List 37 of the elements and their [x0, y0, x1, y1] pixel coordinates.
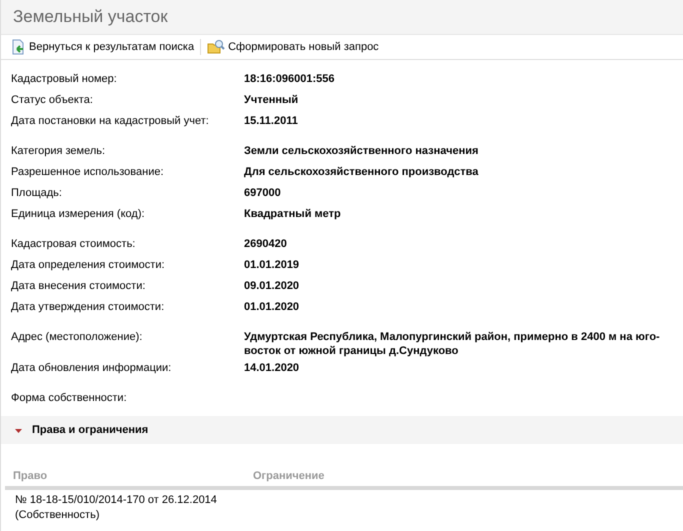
field-value: 01.01.2020: [244, 300, 300, 314]
field-label: Дата постановки на кадастровый учет:: [11, 114, 210, 128]
field-label: Дата определения стоимости:: [11, 258, 166, 272]
field-value: 09.01.2020: [244, 279, 300, 293]
field-value: Квадратный метр: [244, 207, 342, 221]
column-header: Ограничение: [252, 470, 326, 482]
field-value: Учтенный: [244, 93, 300, 107]
field-label: Площадь:: [11, 186, 63, 200]
field-label: Кадастровая стоимость:: [11, 237, 136, 251]
field-label: Дата утверждения стоимости:: [11, 300, 166, 314]
table-cell-text: № 18-18-15/010/2014-170 от 26.12.2014 (Собственность): [14, 493, 218, 523]
folder-magnifier-icon: [207, 39, 226, 55]
field-value: 18:16:096001:556: [244, 72, 336, 86]
document-arrow-icon: [10, 39, 26, 55]
field-value: 697000: [244, 186, 282, 200]
field-label: Адрес (местоположение):: [11, 330, 144, 344]
field-label: Дата обновления информации:: [11, 361, 172, 375]
toolbar-button[interactable]: Вернуться к результатам поиска: [10, 39, 194, 55]
field-label: Дата внесения стоимости:: [11, 279, 146, 293]
field-value: Для сельскохозяйственного производства: [244, 165, 480, 179]
toolbar-button[interactable]: Сформировать новый запрос: [207, 39, 379, 55]
field-value: 2690420: [244, 237, 288, 251]
field-label: Статус объекта:: [11, 93, 94, 107]
field-value: Земли сельскохозяйственного назначения: [244, 144, 480, 158]
section-header[interactable]: Права и ограничения: [1, 416, 683, 444]
field-label: Разрешенное использование:: [11, 165, 165, 179]
field-label: Категория земель:: [11, 144, 106, 158]
field-value: 01.01.2019: [244, 258, 300, 272]
window-title: Земельный участок: [13, 7, 168, 27]
column-header: Право: [12, 470, 48, 482]
field-value: 14.01.2020: [244, 361, 300, 375]
field-label: Единица измерения (код):: [11, 207, 146, 221]
field-label: Кадастровый номер:: [11, 72, 118, 86]
field-label: Форма собственности:: [11, 391, 128, 405]
field-value: 15.11.2011: [244, 114, 299, 128]
field-value: Удмуртская Республика, Малопургинский район, примерно в 2400 м на юго-восток от южной границы д.Сундуково: [244, 330, 661, 358]
caret-icon: [15, 426, 22, 434]
